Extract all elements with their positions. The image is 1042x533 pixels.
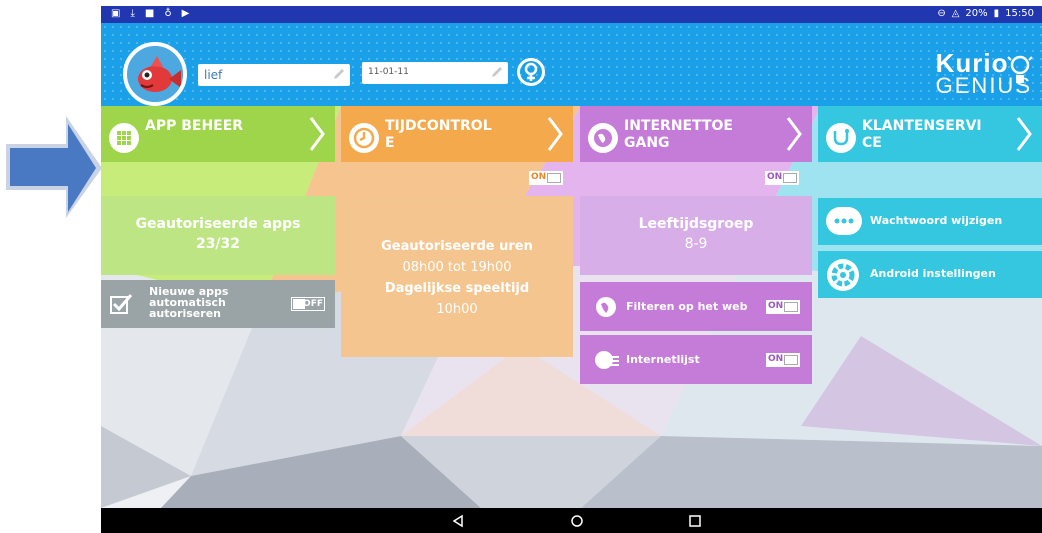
- authorized-hours-title: Geautoriseerde uren: [381, 239, 533, 254]
- auto-authorize-row[interactable]: Nieuwe apps automatisch autoriseren OFF: [101, 280, 335, 328]
- wifi-icon: ◬: [951, 8, 960, 19]
- grid-icon: [109, 123, 139, 153]
- dots-icon: [826, 207, 862, 235]
- female-icon: [524, 62, 538, 81]
- chevron-right-icon[interactable]: [545, 114, 565, 154]
- chevron-right-icon[interactable]: [307, 114, 327, 154]
- name-field[interactable]: lief: [198, 64, 350, 86]
- change-password-row[interactable]: Wachtwoord wijzigen: [818, 198, 1042, 245]
- notification-icons: ▣ ⤓ ■ ♁ ▶: [111, 8, 189, 19]
- tile-title: KLANTENSERVI CE: [862, 118, 982, 151]
- web-filter-toggle[interactable]: ON: [766, 300, 800, 314]
- internet-list-label: Internetlijst: [626, 353, 700, 366]
- auto-authorize-label: Nieuwe apps automatisch autoriseren: [149, 285, 229, 320]
- header: lief 11-01-11 Kurio GENIUS: [101, 23, 1042, 106]
- toggle-state: ON: [768, 301, 784, 311]
- tile-tijdcontrole[interactable]: TIJDCONTROL E: [341, 106, 573, 162]
- tile-title: TIJDCONTROL E: [385, 118, 492, 151]
- birthdate-field[interactable]: 11-01-11: [362, 62, 508, 84]
- tile-title: APP BEHEER: [145, 118, 244, 134]
- tijdcontrole-toggle[interactable]: ON: [529, 171, 563, 185]
- daily-playtime-value: 10h00: [436, 302, 478, 317]
- internettoegang-toggle[interactable]: ON: [765, 171, 799, 185]
- gear-icon: [827, 259, 859, 291]
- age-group-title: Leeftijdsgroep: [638, 216, 754, 232]
- image-icon: ■: [144, 8, 155, 19]
- authorized-hours-value: 08h00 tot 19h00: [402, 260, 512, 275]
- edit-pencil-icon[interactable]: [332, 67, 346, 81]
- tablet-screen: ▣ ⤓ ■ ♁ ▶ ⊖ ◬ 20% ▮ 15:50 lief 11-01-11 …: [101, 6, 1042, 533]
- tile-title: INTERNETTOE GANG: [624, 118, 733, 151]
- recents-button-icon[interactable]: [688, 514, 702, 528]
- authorized-apps-title: Geautoriseerde apps: [135, 216, 301, 232]
- chevron-right-icon[interactable]: [1014, 114, 1034, 154]
- battery-icon: ▮: [993, 8, 1000, 19]
- dnd-icon: ⊖: [937, 8, 946, 19]
- toggle-state: ON: [767, 172, 783, 182]
- screenshot-icon: ▣: [111, 8, 121, 19]
- clock-icon: [349, 123, 379, 153]
- battery-text: 20%: [965, 8, 988, 19]
- web-filter-row[interactable]: Filteren op het web ON: [580, 282, 812, 331]
- age-group-panel[interactable]: Leeftijdsgroep 8-9: [580, 196, 812, 275]
- name-value: lief: [204, 68, 223, 82]
- auto-authorize-toggle[interactable]: OFF: [291, 297, 325, 311]
- toggle-state: ON: [768, 354, 784, 364]
- tile-klantenservice[interactable]: KLANTENSERVI CE: [818, 106, 1042, 162]
- play-icon: ▶: [181, 8, 190, 19]
- android-settings-row[interactable]: Android instellingen: [818, 251, 1042, 298]
- chevron-right-icon[interactable]: [784, 114, 804, 154]
- globe-list-icon: [595, 351, 619, 369]
- internet-list-row[interactable]: Internetlijst ON: [580, 335, 812, 384]
- checkbox-checked-icon[interactable]: [109, 293, 133, 315]
- status-bar: ▣ ⤓ ■ ♁ ▶ ⊖ ◬ 20% ▮ 15:50: [101, 6, 1042, 23]
- tile-internettoegang[interactable]: INTERNETTOE GANG: [580, 106, 812, 162]
- tile-app-beheer[interactable]: APP BEHEER: [101, 106, 335, 162]
- android-settings-label: Android instellingen: [870, 267, 996, 280]
- download-icon: ⤓: [130, 8, 135, 19]
- home-button-icon[interactable]: [570, 514, 584, 528]
- globe-icon: [596, 297, 616, 317]
- authorized-apps-count: 23/32: [195, 236, 241, 252]
- bulb-icon: ♁: [164, 8, 172, 19]
- stethoscope-icon: [826, 123, 856, 153]
- internet-list-toggle[interactable]: ON: [766, 353, 800, 367]
- back-button-icon[interactable]: [451, 514, 465, 528]
- pointer-arrow-icon: [6, 116, 102, 218]
- navigation-bar: [101, 508, 1042, 533]
- age-group-value: 8-9: [684, 236, 708, 252]
- system-indicators: ⊖ ◬ 20% ▮ 15:50: [937, 8, 1034, 19]
- lightbulb-icon: [1007, 55, 1033, 83]
- fish-avatar-icon: [127, 46, 183, 102]
- daily-playtime-title: Dagelijkse speeltijd: [384, 281, 530, 296]
- birthdate-value: 11-01-11: [368, 67, 409, 77]
- time-settings-panel[interactable]: Geautoriseerde uren 08h00 tot 19h00 Dage…: [341, 196, 573, 357]
- toggle-state: ON: [531, 172, 547, 182]
- web-filter-label: Filteren op het web: [626, 300, 748, 313]
- avatar[interactable]: [123, 42, 187, 106]
- globe-icon: [588, 123, 618, 153]
- edit-pencil-icon[interactable]: [490, 65, 504, 79]
- authorized-apps-panel[interactable]: Geautoriseerde apps 23/32: [101, 196, 335, 275]
- clock-text: 15:50: [1005, 8, 1034, 19]
- change-password-label: Wachtwoord wijzigen: [870, 214, 1003, 227]
- toggle-state: OFF: [303, 299, 323, 309]
- gender-toggle[interactable]: [517, 58, 545, 86]
